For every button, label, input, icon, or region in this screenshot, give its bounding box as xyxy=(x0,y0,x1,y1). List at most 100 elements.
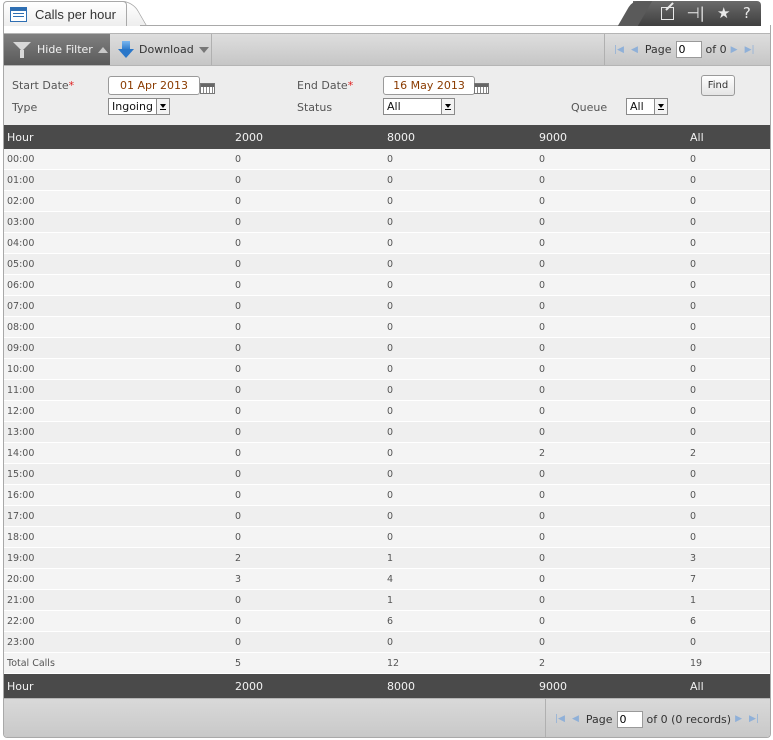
table-row[interactable]: 17:00 0 0 0 0 xyxy=(4,506,770,527)
cell-9000: 0 xyxy=(539,237,546,249)
dropdown-arrow-icon xyxy=(156,99,169,114)
pin-icon[interactable]: ⊣| xyxy=(687,6,705,21)
table-row[interactable]: 07:00 0 0 0 0 xyxy=(4,296,770,317)
cell-2000: 0 xyxy=(235,405,242,417)
last-page-icon[interactable]: ▶| xyxy=(745,45,755,55)
first-page-icon[interactable]: |◀ xyxy=(555,714,565,724)
last-page-icon[interactable]: ▶| xyxy=(749,714,759,724)
table-row[interactable]: 10:00 0 0 0 0 xyxy=(4,359,770,380)
hide-filter-button[interactable]: Hide Filter xyxy=(4,34,110,65)
download-button[interactable]: Download xyxy=(110,34,212,65)
column-header-2000[interactable]: 2000 xyxy=(235,125,263,149)
cell-2000: 0 xyxy=(235,216,242,228)
page-number-input[interactable] xyxy=(616,710,643,728)
edit-icon[interactable] xyxy=(661,7,675,20)
table-row[interactable]: 23:00 0 0 0 0 xyxy=(4,632,770,653)
cell-9000: 0 xyxy=(539,321,546,333)
cell-8000: 0 xyxy=(387,258,394,270)
table-row[interactable]: 12:00 0 0 0 0 xyxy=(4,401,770,422)
cell-all: 0 xyxy=(690,531,697,543)
cell-2000: 5 xyxy=(235,657,242,669)
table-row[interactable]: Total Calls 5 12 2 19 xyxy=(4,653,770,674)
cell-9000: 0 xyxy=(539,174,546,186)
cell-8000: 4 xyxy=(387,573,394,585)
table-row[interactable]: 16:00 0 0 0 0 xyxy=(4,485,770,506)
table-row[interactable]: 00:00 0 0 0 0 xyxy=(4,149,770,170)
calendar-icon[interactable] xyxy=(200,83,215,94)
cell-hour: 01:00 xyxy=(7,174,35,186)
cell-hour: 07:00 xyxy=(7,300,35,312)
table-row[interactable]: 02:00 0 0 0 0 xyxy=(4,191,770,212)
cell-hour: 04:00 xyxy=(7,237,35,249)
funnel-icon xyxy=(13,41,31,58)
download-label: Download xyxy=(139,43,194,56)
cell-2000: 0 xyxy=(235,384,242,396)
table-row[interactable]: 18:00 0 0 0 0 xyxy=(4,527,770,548)
page-count: of 0 xyxy=(705,43,727,56)
star-icon[interactable]: ★ xyxy=(717,6,730,21)
table-row[interactable]: 20:00 3 4 0 7 xyxy=(4,569,770,590)
column-header-hour[interactable]: Hour xyxy=(7,125,34,149)
cell-9000: 0 xyxy=(539,489,546,501)
cell-hour: 10:00 xyxy=(7,363,35,375)
table-row[interactable]: 08:00 0 0 0 0 xyxy=(4,317,770,338)
table-row[interactable]: 03:00 0 0 0 0 xyxy=(4,212,770,233)
help-icon[interactable]: ? xyxy=(743,6,751,21)
type-select[interactable]: Ingoing xyxy=(108,98,170,115)
cell-all: 0 xyxy=(690,300,697,312)
end-date-label: End Date* xyxy=(297,79,354,92)
table-row[interactable]: 19:00 2 1 0 3 xyxy=(4,548,770,569)
cell-hour: 03:00 xyxy=(7,216,35,228)
cell-8000: 1 xyxy=(387,552,394,564)
window-tools: ⊣| ★ ? xyxy=(633,1,761,26)
table-row[interactable]: 21:00 0 1 0 1 xyxy=(4,590,770,611)
cell-hour: 00:00 xyxy=(7,153,35,165)
table-row[interactable]: 14:00 0 0 2 2 xyxy=(4,443,770,464)
queue-select[interactable]: All xyxy=(626,98,668,115)
table-row[interactable]: 06:00 0 0 0 0 xyxy=(4,275,770,296)
status-select[interactable]: All xyxy=(383,98,455,115)
cell-8000: 0 xyxy=(387,216,394,228)
end-date-input[interactable]: 16 May 2013 xyxy=(383,76,475,95)
calendar-icon[interactable] xyxy=(474,83,489,94)
find-button[interactable]: Find xyxy=(701,75,735,96)
pager-bottom: |◀ ◀ Page of 0 (0 records) ▶ ▶| xyxy=(545,699,770,737)
cell-2000: 2 xyxy=(235,552,242,564)
page-number-input[interactable] xyxy=(675,41,702,58)
type-select-value: Ingoing xyxy=(112,100,153,113)
table-row[interactable]: 05:00 0 0 0 0 xyxy=(4,254,770,275)
table-row[interactable]: 15:00 0 0 0 0 xyxy=(4,464,770,485)
cell-2000: 0 xyxy=(235,447,242,459)
column-header-9000[interactable]: 9000 xyxy=(539,125,567,149)
cell-8000: 0 xyxy=(387,279,394,291)
cell-all: 0 xyxy=(690,258,697,270)
next-page-icon[interactable]: ▶ xyxy=(731,45,738,55)
cell-hour: 05:00 xyxy=(7,258,35,270)
tab-calls-per-hour[interactable]: Calls per hour xyxy=(3,1,127,26)
footer-header-2000: 2000 xyxy=(235,679,263,693)
table-row[interactable]: 04:00 0 0 0 0 xyxy=(4,233,770,254)
report-panel: Hide Filter Download |◀ ◀ Page of 0 ▶ ▶|… xyxy=(3,25,771,738)
first-page-icon[interactable]: |◀ xyxy=(614,45,624,55)
column-header-8000[interactable]: 8000 xyxy=(387,125,415,149)
table-row[interactable]: 22:00 0 6 0 6 xyxy=(4,611,770,632)
cell-8000: 0 xyxy=(387,363,394,375)
prev-page-icon[interactable]: ◀ xyxy=(572,714,579,724)
cell-8000: 0 xyxy=(387,447,394,459)
table-row[interactable]: 11:00 0 0 0 0 xyxy=(4,380,770,401)
type-label: Type xyxy=(12,101,38,114)
table-row[interactable]: 09:00 0 0 0 0 xyxy=(4,338,770,359)
cell-hour: 22:00 xyxy=(7,615,35,627)
cell-hour: 19:00 xyxy=(7,552,35,564)
download-arrow-icon xyxy=(118,40,134,59)
start-date-input[interactable]: 01 Apr 2013 xyxy=(108,76,200,95)
cell-hour: 11:00 xyxy=(7,384,35,396)
column-header-all[interactable]: All xyxy=(690,125,704,149)
table-row[interactable]: 13:00 0 0 0 0 xyxy=(4,422,770,443)
cell-8000: 0 xyxy=(387,153,394,165)
prev-page-icon[interactable]: ◀ xyxy=(631,45,638,55)
cell-9000: 0 xyxy=(539,531,546,543)
next-page-icon[interactable]: ▶ xyxy=(735,714,742,724)
dropdown-arrow-icon xyxy=(441,99,454,114)
table-row[interactable]: 01:00 0 0 0 0 xyxy=(4,170,770,191)
